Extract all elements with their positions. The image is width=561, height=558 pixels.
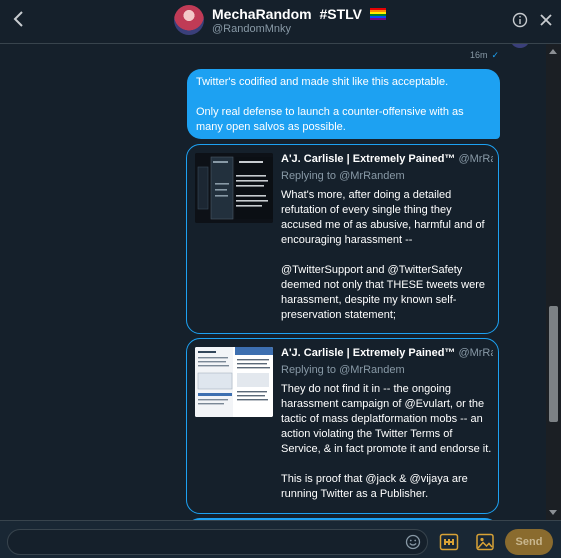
shared-tweet-card[interactable]: A'J. Carlisle | Extremely Pained™@MrRa..… xyxy=(186,144,499,334)
read-check-icon: ✓ xyxy=(491,50,500,60)
tweet-image-thumbnail[interactable] xyxy=(195,153,273,223)
header-title[interactable]: MechaRandom #STLV xyxy=(212,6,386,22)
tweet-body: A'J. Carlisle | Extremely Pained™@MrRa..… xyxy=(281,153,493,323)
message-list[interactable]: 16m ✓ Twitter's codified and made shit li… xyxy=(0,44,546,520)
gif-icon[interactable] xyxy=(439,532,459,552)
tweet-author-name[interactable]: A'J. Carlisle | Extremely Pained™ xyxy=(281,347,455,359)
emoji-icon[interactable] xyxy=(405,534,421,550)
avatar[interactable] xyxy=(174,5,204,35)
scroll-down-arrow-icon[interactable] xyxy=(549,510,557,515)
shared-tweet-card[interactable]: A'J. Carlisle | Extremely Pained™@MrRa..… xyxy=(186,338,499,514)
scroll-up-arrow-icon[interactable] xyxy=(549,49,557,54)
conversation-header: MechaRandom #STLV @RandomMnky xyxy=(0,0,561,44)
timestamp-text: 16m xyxy=(470,50,488,60)
image-icon[interactable] xyxy=(475,532,495,552)
message-composer: Send xyxy=(0,520,561,558)
message-line: Twitter's codified and made shit like th… xyxy=(196,76,449,88)
tweet-author-handle[interactable]: @MrRa... xyxy=(458,153,493,165)
send-button[interactable]: Send xyxy=(505,529,553,555)
tweet-author-handle[interactable]: @MrRa... xyxy=(458,347,493,359)
back-arrow-icon[interactable] xyxy=(8,8,30,30)
tweet-body: A'J. Carlisle | Extremely Pained™@MrRa..… xyxy=(281,347,493,502)
message-timestamp: 16m ✓ xyxy=(470,50,499,61)
tweet-image-thumbnail[interactable] xyxy=(195,347,273,417)
message-line: Only real defense to launch a counter-of… xyxy=(196,106,464,133)
tweet-author-name[interactable]: A'J. Carlisle | Extremely Pained™ xyxy=(281,153,455,165)
message-input[interactable] xyxy=(7,529,428,555)
replying-to: Replying to @MrRandem xyxy=(281,364,405,376)
display-name: MechaRandom xyxy=(212,6,312,22)
close-icon[interactable] xyxy=(538,12,554,28)
scrollbar-thumb[interactable] xyxy=(549,306,558,422)
info-icon[interactable] xyxy=(512,12,528,28)
rainbow-flag-icon xyxy=(369,8,386,20)
tweet-author-line: A'J. Carlisle | Extremely Pained™@MrRa..… xyxy=(281,153,493,165)
tweet-author-line: A'J. Carlisle | Extremely Pained™@MrRa..… xyxy=(281,347,493,359)
tweet-text: What's more, after doing a detailed refu… xyxy=(281,189,486,321)
sent-message-bubble: Twitter's codified and made shit like th… xyxy=(187,69,500,139)
tweet-text: They do not find it in -- the ongoing ha… xyxy=(281,383,492,500)
avatar xyxy=(510,44,530,48)
header-handle: @RandomMnky xyxy=(212,23,292,35)
scrollbar[interactable] xyxy=(546,44,561,520)
replying-to: Replying to @MrRandem xyxy=(281,170,405,182)
display-tag: #STLV xyxy=(319,6,362,22)
